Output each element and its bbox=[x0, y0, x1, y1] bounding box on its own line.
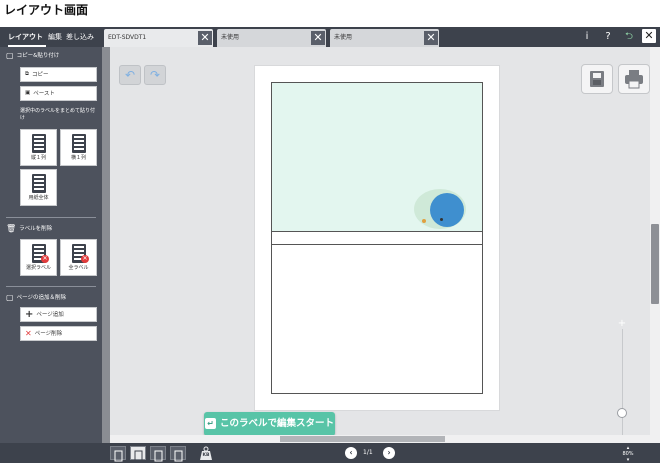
info-icon[interactable]: i bbox=[580, 27, 594, 47]
label-sheet-icon bbox=[32, 174, 46, 193]
page-indicator: 1/1 bbox=[363, 449, 373, 456]
view-mode-3-button[interactable] bbox=[150, 446, 166, 462]
top-bar: レイアウト 編集 差し込み EDT-SDVDT1 ✕ 未使用 ✕ 未使用 ✕ i… bbox=[0, 27, 660, 47]
view-mode-2-button[interactable] bbox=[130, 446, 146, 462]
enter-icon: ↵ bbox=[204, 418, 216, 429]
weight-icon[interactable]: KB bbox=[198, 445, 214, 461]
close-icon[interactable]: ✕ bbox=[311, 31, 325, 45]
doc-tab-label: 未使用 bbox=[221, 34, 240, 41]
weight-badge: KB bbox=[202, 453, 210, 458]
zoom-level-control[interactable]: ▴ 80% ▾ bbox=[618, 445, 638, 463]
page-icon: ▢ bbox=[6, 51, 14, 60]
divider bbox=[6, 217, 96, 218]
section-copy-title: ▢ コピー&貼り付け bbox=[6, 51, 60, 60]
page-caption: レイアウト画面 bbox=[4, 3, 89, 17]
view-page-icon bbox=[154, 450, 163, 462]
view-page-icon bbox=[134, 450, 143, 462]
label-gap bbox=[271, 232, 483, 244]
view-mode-1-button[interactable] bbox=[110, 446, 126, 462]
zoom-slider-track[interactable] bbox=[622, 329, 623, 435]
close-icon[interactable]: ✕ bbox=[424, 31, 438, 45]
paste-vertical-button[interactable]: 縦１列 bbox=[20, 129, 57, 166]
doc-tab-1[interactable]: EDT-SDVDT1 ✕ bbox=[104, 29, 213, 47]
chevron-down-icon: ▾ bbox=[626, 457, 630, 463]
print-button[interactable] bbox=[618, 64, 650, 94]
delete-x-icon: ✕ bbox=[41, 255, 49, 263]
back-icon[interactable]: ⮌ bbox=[622, 27, 636, 47]
save-icon bbox=[590, 71, 604, 87]
paste-button[interactable]: ▣ ペースト bbox=[20, 86, 97, 101]
bottom-bar: KB ‹ 1/1 › ▴ 80% ▾ bbox=[0, 443, 660, 463]
doc-tab-3[interactable]: 未使用 ✕ bbox=[330, 29, 439, 47]
horizontal-scroll-thumb[interactable] bbox=[280, 436, 445, 442]
label-sheet bbox=[254, 65, 500, 411]
trash-icon: 🗑 bbox=[6, 224, 17, 233]
undo-button[interactable]: ↶ bbox=[119, 65, 141, 85]
start-editing-button[interactable]: ↵ このラベルで編集スタート bbox=[204, 412, 335, 436]
label-sheet-icon bbox=[72, 134, 86, 153]
undo-icon: ↶ bbox=[124, 68, 136, 82]
hedgehog-eye bbox=[440, 218, 443, 221]
label-slot-2[interactable] bbox=[271, 244, 483, 394]
delete-all-button[interactable]: ✕ 全ラベル bbox=[60, 239, 97, 276]
copy-icon: ⧉ bbox=[25, 71, 29, 77]
label-sheet-icon bbox=[32, 134, 46, 153]
view-page-icon bbox=[174, 450, 183, 462]
paste-icon: ▣ bbox=[25, 90, 31, 96]
zoom-in-icon[interactable]: + bbox=[617, 318, 627, 329]
copy-button[interactable]: ⧉ コピー bbox=[20, 67, 97, 82]
hedgehog-spikes bbox=[430, 193, 464, 227]
paste-whole-button[interactable]: 用紙全体 bbox=[20, 169, 57, 206]
delete-page-button[interactable]: ✕ ページ削除 bbox=[20, 326, 97, 341]
app-close-button[interactable]: ✕ bbox=[642, 29, 656, 43]
batch-paste-note: 選択中のラベルをまとめて貼り付け bbox=[20, 108, 96, 121]
tab-merge[interactable]: 差し込み bbox=[66, 27, 98, 47]
app-window: レイアウト 編集 差し込み EDT-SDVDT1 ✕ 未使用 ✕ 未使用 ✕ i… bbox=[0, 27, 660, 463]
redo-button[interactable]: ↷ bbox=[144, 65, 166, 85]
doc-tab-label: EDT-SDVDT1 bbox=[108, 34, 147, 41]
tab-edit[interactable]: 編集 bbox=[48, 27, 64, 47]
prev-page-button[interactable]: ‹ bbox=[345, 447, 357, 459]
section-page-title: ▢ ページの追加＆削除 bbox=[6, 293, 66, 302]
view-page-icon bbox=[114, 450, 123, 462]
delete-x-icon: ✕ bbox=[81, 255, 89, 263]
label-slot-1[interactable] bbox=[271, 82, 483, 232]
sidebar: ▢ コピー&貼り付け ⧉ コピー ▣ ペースト 選択中のラベルをまとめて貼り付け 縦１… bbox=[0, 47, 102, 443]
save-button[interactable] bbox=[581, 64, 613, 94]
paste-horizontal-button[interactable]: 横１列 bbox=[60, 129, 97, 166]
close-icon[interactable]: ✕ bbox=[198, 31, 212, 45]
help-icon[interactable]: ? bbox=[601, 27, 615, 47]
doc-tab-2[interactable]: 未使用 ✕ bbox=[217, 29, 326, 47]
next-page-button[interactable]: › bbox=[383, 447, 395, 459]
plus-icon: + bbox=[25, 309, 34, 320]
hedgehog-illustration bbox=[414, 189, 466, 229]
tab-layout[interactable]: レイアウト bbox=[8, 27, 46, 47]
redo-icon: ↷ bbox=[149, 68, 161, 82]
zoom-slider-handle[interactable] bbox=[617, 408, 627, 418]
page-icon: ▢ bbox=[6, 293, 14, 302]
divider bbox=[6, 286, 96, 287]
vertical-ruler bbox=[102, 47, 110, 443]
print-icon bbox=[625, 70, 643, 89]
add-page-button[interactable]: + ページ追加 bbox=[20, 307, 97, 322]
canvas-area: ↶ ↷ + bbox=[110, 47, 650, 443]
view-mode-4-button[interactable] bbox=[170, 446, 186, 462]
hedgehog-nose bbox=[422, 219, 426, 223]
delete-selected-button[interactable]: ✕ 選択ラベル bbox=[20, 239, 57, 276]
section-delete-title: 🗑 ラベルを削除 bbox=[6, 224, 53, 233]
doc-tab-label: 未使用 bbox=[334, 34, 353, 41]
vertical-scroll-thumb[interactable] bbox=[651, 224, 659, 304]
delete-x-icon: ✕ bbox=[25, 329, 32, 338]
